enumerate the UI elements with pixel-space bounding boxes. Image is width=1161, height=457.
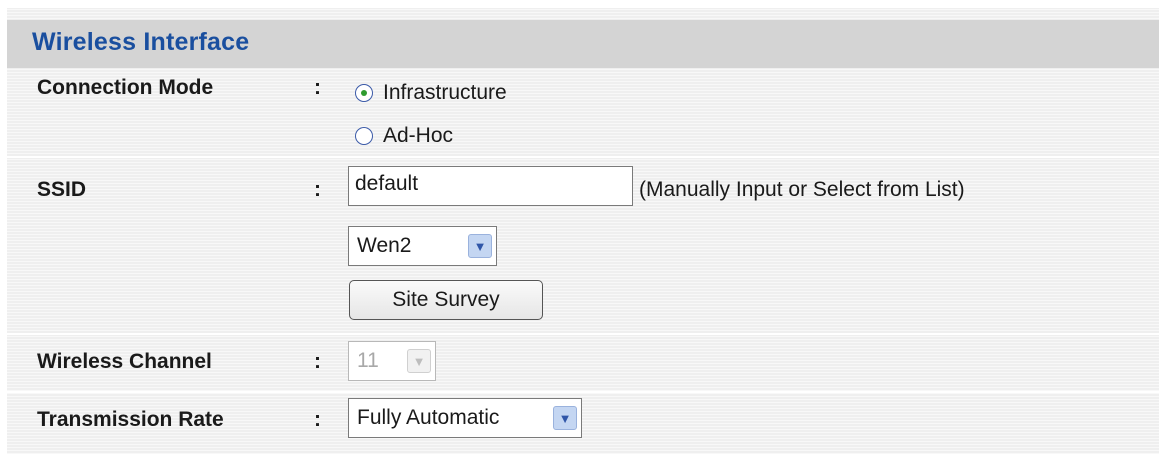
ssid-colon: :	[314, 178, 321, 201]
site-survey-button[interactable]: Site Survey	[349, 280, 543, 320]
transmission-rate-label: Transmission Rate	[37, 408, 224, 431]
radio-infrastructure-label[interactable]: Infrastructure	[383, 81, 507, 105]
row-divider	[7, 156, 1159, 158]
chevron-down-icon[interactable]: ▼	[553, 406, 577, 430]
connection-mode-colon: :	[314, 76, 321, 99]
chevron-down-icon[interactable]: ▼	[468, 234, 492, 258]
radio-infrastructure[interactable]: Infrastructure	[355, 80, 507, 106]
radio-adhoc-label[interactable]: Ad-Hoc	[383, 124, 453, 148]
radio-adhoc[interactable]: Ad-Hoc	[355, 123, 453, 149]
connection-mode-label: Connection Mode	[37, 76, 214, 99]
wireless-channel-colon: :	[314, 350, 321, 373]
section-title: Wireless Interface	[32, 28, 250, 56]
ssid-label: SSID	[37, 178, 87, 201]
transmission-rate-value: Fully Automatic	[357, 406, 500, 429]
radio-adhoc-button[interactable]	[355, 127, 373, 145]
ssid-list-select[interactable]: Wen2 ▼	[348, 226, 497, 266]
row-divider	[7, 333, 1159, 335]
wireless-channel-select: 11 ▼	[348, 341, 436, 381]
transmission-rate-select[interactable]: Fully Automatic ▼	[348, 398, 582, 438]
wireless-channel-label: Wireless Channel	[37, 350, 212, 373]
ssid-hint: (Manually Input or Select from List)	[639, 178, 965, 201]
chevron-down-icon: ▼	[407, 349, 431, 373]
ssid-input[interactable]	[348, 166, 633, 206]
wireless-interface-panel: Wireless Interface Connection Mode : Inf…	[7, 8, 1159, 454]
ssid-list-value: Wen2	[357, 234, 412, 257]
wireless-channel-value: 11	[357, 349, 379, 372]
transmission-rate-colon: :	[314, 408, 321, 431]
radio-infrastructure-button[interactable]	[355, 84, 373, 102]
row-divider	[7, 391, 1159, 393]
